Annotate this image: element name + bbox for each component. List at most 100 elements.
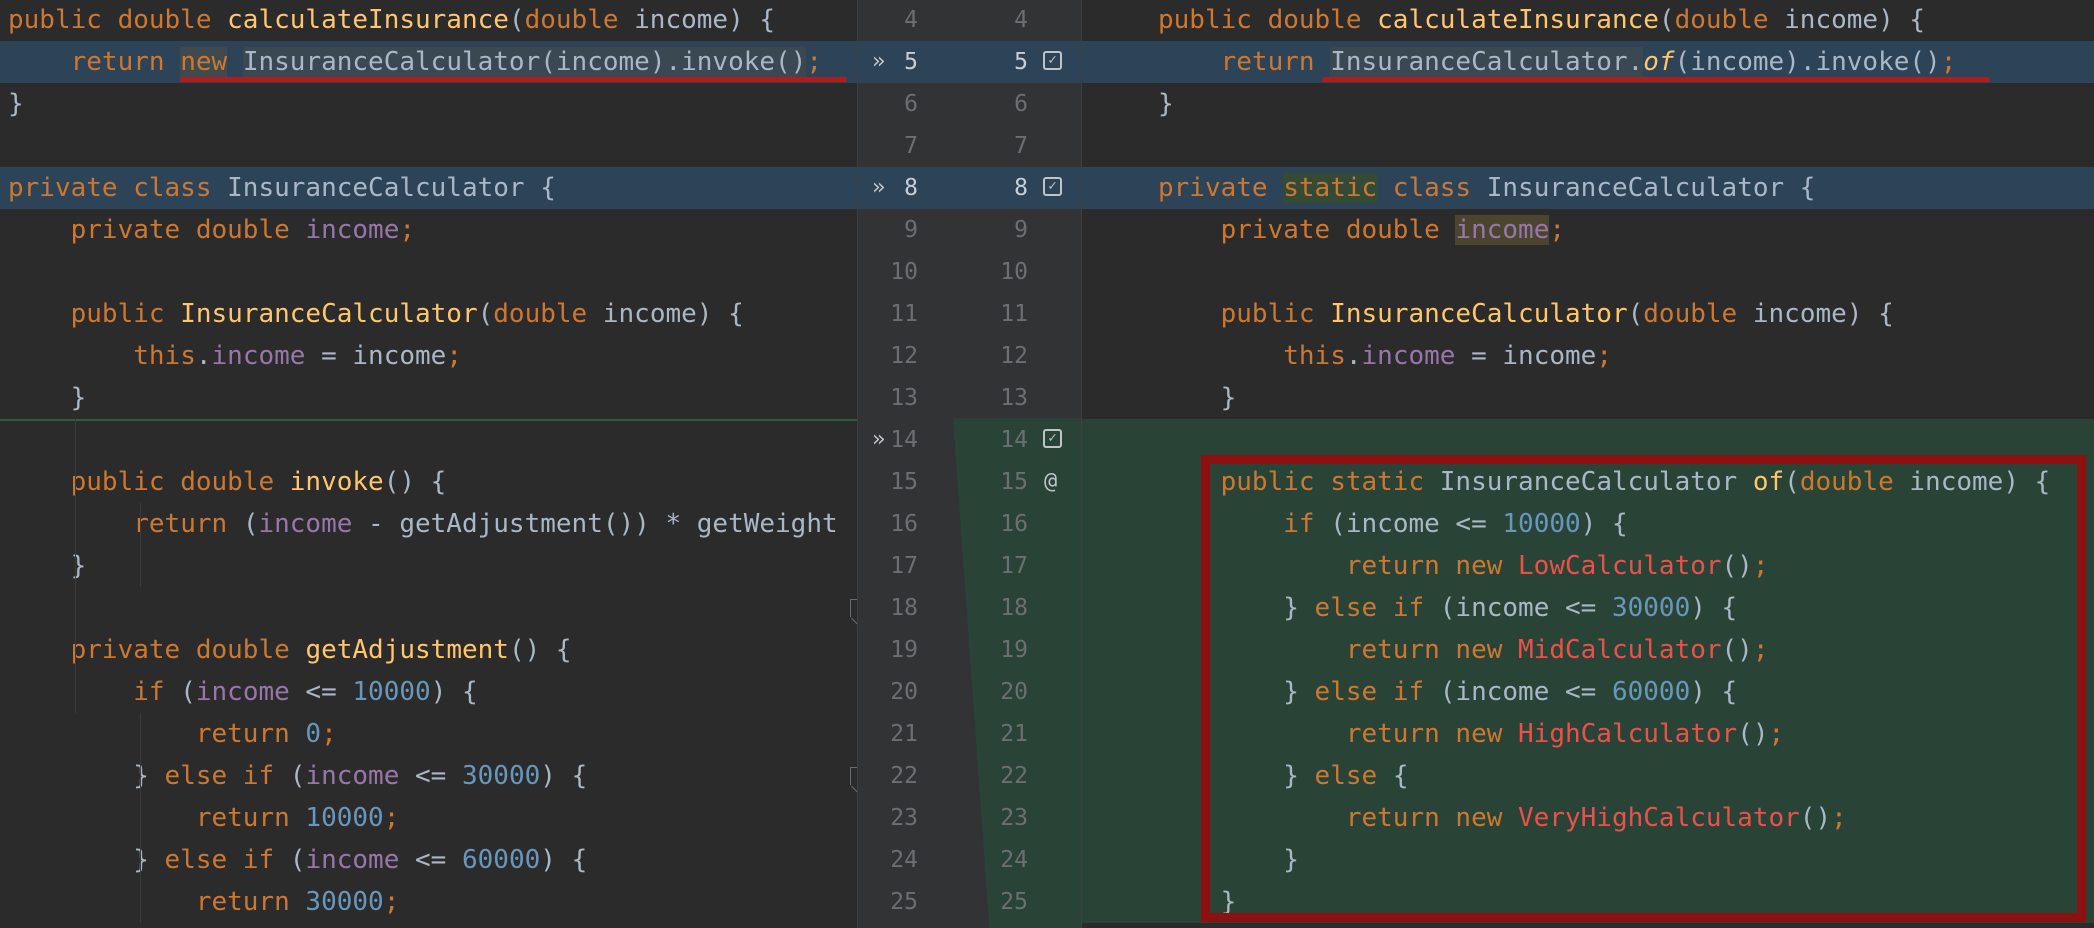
left-code-line[interactable] [0, 251, 857, 293]
checkbox-checked-icon[interactable]: ✓ [1043, 429, 1062, 448]
right-line-number: 18 [1000, 595, 1028, 621]
gutter-row: 19 19 [858, 629, 1081, 671]
fold-marker-icon[interactable] [850, 599, 857, 617]
left-code-line[interactable]: } else if (income <= 30000) { [0, 755, 857, 797]
left-line-number: 9 [904, 217, 918, 243]
left-code-line[interactable]: public InsuranceCalculator(double income… [0, 293, 857, 335]
left-line-number: 8 [904, 175, 918, 201]
left-code-line[interactable] [0, 587, 857, 629]
code-token: income) { [602, 299, 744, 329]
right-code-line[interactable] [1082, 125, 2094, 167]
code-token: this [1283, 341, 1346, 371]
left-code-line[interactable]: } else if (income <= 60000) { [0, 839, 857, 881]
code-token: 10000 [352, 677, 431, 707]
right-line-number: 25 [1000, 889, 1028, 915]
double-chevron-right-icon[interactable]: » [872, 167, 885, 209]
gutter-row: 8 8 » ✓ [858, 167, 1081, 209]
gutter-row: 99 [858, 209, 1081, 251]
left-line-number: 24 [890, 847, 918, 873]
left-code-line[interactable]: return 0; [0, 713, 857, 755]
double-chevron-right-icon[interactable]: » [872, 419, 885, 461]
code-token: static [1283, 173, 1378, 203]
right-line-number: 17 [1000, 553, 1028, 579]
right-code-line[interactable]: this.income = income; [1082, 335, 2094, 377]
left-code-line[interactable]: public double calculateInsurance(double … [0, 0, 857, 41]
right-code-text: private double income; [1158, 209, 1565, 251]
checkbox-checked-icon[interactable]: ✓ [1043, 51, 1062, 70]
code-token: InsuranceCalculator { [227, 173, 556, 203]
fold-marker-icon[interactable] [850, 767, 857, 785]
code-token: invoke [289, 467, 384, 497]
code-token: = income [305, 341, 447, 371]
code-token: ) { [430, 677, 478, 707]
left-code-line[interactable] [0, 125, 857, 167]
code-token: ( [289, 761, 306, 791]
right-code-line[interactable]: } [1082, 377, 2094, 419]
left-code-line[interactable]: if (income <= 10000) { [0, 671, 857, 713]
checkbox-checked-icon[interactable]: ✓ [1043, 177, 1062, 196]
code-token: income [1455, 215, 1550, 245]
left-line-number: 6 [904, 91, 918, 117]
right-code-line[interactable]: public InsuranceCalculator(double income… [1082, 293, 2094, 335]
left-code-text: public InsuranceCalculator(double income… [8, 293, 744, 335]
gutter-row: 10 10 [858, 251, 1081, 293]
code-token: public double [8, 5, 228, 35]
left-code-line[interactable]: public double invoke() { [0, 461, 857, 503]
right-line-number: 19 [1000, 637, 1028, 663]
right-code-line[interactable] [1082, 251, 2094, 293]
code-token: private double [70, 215, 306, 245]
left-code-line[interactable]: return 30000; [0, 881, 857, 923]
left-line-number: 11 [890, 301, 918, 327]
left-code-line[interactable]: private class InsuranceCalculator { [0, 167, 857, 209]
code-token: } [8, 383, 87, 413]
left-code-text: return 30000; [8, 881, 400, 923]
left-code-line[interactable]: this.income = income; [0, 335, 857, 377]
code-token: InsuranceCalculator [1330, 299, 1628, 329]
left-code-text: private double getAdjustment() { [8, 629, 572, 671]
right-code-line[interactable]: private static class InsuranceCalculator… [1082, 167, 2094, 209]
left-code-line[interactable]: private double income; [0, 209, 857, 251]
gutter-row: 20 20 [858, 671, 1081, 713]
left-code-text: return 0; [8, 713, 337, 755]
code-token: double [1643, 299, 1753, 329]
left-code-line[interactable] [0, 419, 857, 463]
right-line-number: 20 [1000, 679, 1028, 705]
right-code-line[interactable]: } [1082, 83, 2094, 125]
code-token: income [305, 761, 400, 791]
right-line-number: 8 [1014, 175, 1028, 201]
left-code-line[interactable]: return (income - getAdjustment()) * getW… [0, 503, 857, 545]
left-code-line[interactable]: } [0, 83, 857, 125]
left-code-line[interactable]: private double getAdjustment() { [0, 629, 857, 671]
code-token: () { [508, 635, 572, 665]
left-code-line[interactable]: } [0, 377, 857, 419]
code-token: 0 [305, 719, 322, 749]
gutter-row: 5 5 » ✓ [858, 41, 1081, 83]
left-line-number: 22 [890, 763, 918, 789]
right-code-line[interactable]: public double calculateInsurance(double … [1082, 0, 2094, 41]
left-code-line[interactable]: return 10000; [0, 797, 857, 839]
left-code-line[interactable]: } [0, 545, 857, 587]
code-token: } [8, 761, 165, 791]
left-editor-pane[interactable]: public double calculateInsurance(double … [0, 0, 857, 928]
gutter-row: 18 18 [858, 587, 1081, 629]
code-token: income [211, 341, 306, 371]
annotation-marker-icon[interactable]: @ [1044, 461, 1057, 503]
gutter-row: 44 [858, 0, 1081, 41]
left-line-number: 13 [890, 385, 918, 411]
code-token: ( [477, 299, 494, 329]
code-token: income [305, 215, 400, 245]
code-token: 10000 [305, 803, 384, 833]
right-code-line[interactable]: private double income; [1082, 209, 2094, 251]
code-token: 30000 [305, 887, 384, 917]
gutter-row: 21 21 [858, 713, 1081, 755]
left-line-number: 25 [890, 889, 918, 915]
double-chevron-right-icon[interactable]: » [872, 41, 885, 83]
indent-guide [75, 419, 76, 713]
code-token: double [1674, 5, 1785, 35]
right-line-number: 14 [1000, 427, 1028, 453]
